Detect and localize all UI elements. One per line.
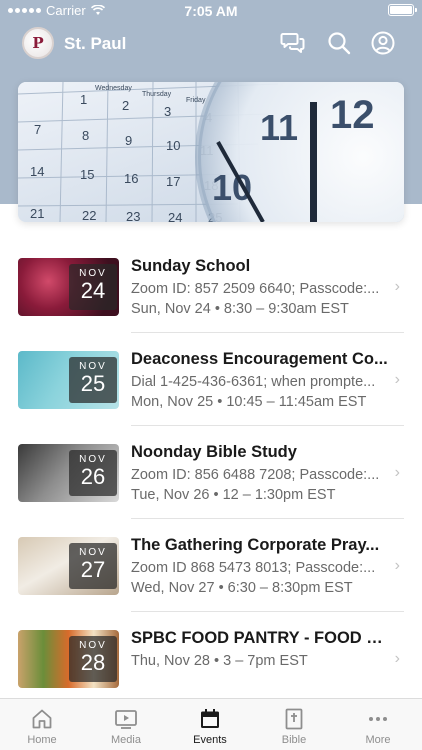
- event-row[interactable]: NOV 26 Noonday Bible Study Zoom ID: 856 648…: [0, 426, 422, 519]
- banner-calendar-number: 16: [124, 171, 138, 186]
- chat-bubbles-icon[interactable]: [280, 30, 306, 56]
- banner-calendar-number: 1: [80, 92, 87, 107]
- calendar-icon: [201, 709, 219, 728]
- search-icon[interactable]: [326, 30, 352, 56]
- event-date-badge: NOV 28: [69, 636, 117, 682]
- event-thumbnail: NOV 25: [18, 351, 119, 409]
- tab-label: Home: [27, 734, 57, 746]
- banner-calendar-number: 9: [125, 133, 132, 148]
- event-date-badge: NOV 25: [69, 357, 117, 403]
- banner-day-label: Thursday: [142, 91, 172, 98]
- event-time: Mon, Nov 25 • 10:45 – 11:45am EST: [131, 394, 367, 410]
- event-detail: Dial 1-425-436-6361; when prompte...: [131, 374, 376, 390]
- banner-calendar-number: 10: [166, 138, 180, 153]
- event-title: Deaconess Encouragement Co...: [131, 350, 388, 368]
- tab-label: Events: [193, 734, 227, 746]
- event-time: Tue, Nov 26 • 12 – 1:30pm EST: [131, 487, 336, 503]
- app-header: P St. Paul: [0, 24, 422, 64]
- tab-label: Bible: [281, 734, 307, 746]
- tab-label: More: [365, 734, 391, 746]
- status-bar: Carrier 7:05 AM: [0, 0, 422, 22]
- event-time: Wed, Nov 27 • 6:30 – 8:30pm EST: [131, 580, 353, 596]
- chevron-right-icon: ›: [394, 464, 400, 481]
- banner-calendar-number: 7: [34, 122, 41, 137]
- banner-calendar-number: 14: [30, 164, 44, 179]
- more-icon: [369, 717, 387, 721]
- home-icon: [32, 709, 52, 729]
- banner-clock-number: 11: [260, 107, 298, 148]
- event-day: 25: [80, 371, 106, 396]
- event-row[interactable]: NOV 25 Deaconess Encouragement Co... Dial 1…: [0, 333, 422, 426]
- media-icon: [115, 710, 137, 729]
- event-day: 24: [80, 278, 106, 303]
- event-row[interactable]: NOV 28 SPBC FOOD PANTRY - FOOD G... Thu, No…: [0, 612, 422, 705]
- bible-icon: [285, 708, 303, 730]
- banner-day-label: Friday: [186, 97, 206, 104]
- tab-bible[interactable]: Bible: [252, 699, 336, 750]
- event-day: 28: [80, 650, 106, 675]
- event-thumbnail: NOV 26: [18, 444, 119, 502]
- church-name: St. Paul: [64, 34, 127, 53]
- status-time: 7:05 AM: [184, 3, 238, 19]
- banner-calendar-number: 8: [82, 128, 89, 143]
- banner-calendar-number: 22: [82, 208, 96, 222]
- event-day: 26: [80, 464, 106, 489]
- tab-label: Media: [111, 734, 141, 746]
- event-title: SPBC FOOD PANTRY - FOOD G...: [131, 629, 389, 647]
- event-title: Sunday School: [131, 257, 251, 275]
- event-detail: Zoom ID: 856 6488 7208; Passcode:...: [131, 467, 380, 483]
- battery-icon: [388, 4, 417, 16]
- banner-calendar-number: 24: [168, 210, 182, 222]
- event-detail: Thu, Nov 28 • 3 – 7pm EST: [131, 653, 308, 669]
- event-row[interactable]: NOV 27 The Gathering Corporate Pray... Zoom…: [0, 519, 422, 612]
- event-day: 27: [80, 557, 106, 582]
- banner-calendar-number: 3: [164, 104, 171, 119]
- tab-more[interactable]: More: [336, 699, 420, 750]
- banner-clock-number: 12: [330, 93, 375, 137]
- event-detail: Zoom ID: 857 2509 6640; Passcode:...: [131, 281, 380, 297]
- event-thumbnail: NOV 27: [18, 537, 119, 595]
- church-logo[interactable]: P: [22, 27, 54, 59]
- event-date-badge: NOV 26: [69, 450, 117, 496]
- event-row[interactable]: NOV 24 Sunday School Zoom ID: 857 2509 6640…: [0, 240, 422, 333]
- event-date-badge: NOV 27: [69, 543, 117, 589]
- chevron-right-icon: ›: [394, 278, 400, 295]
- chevron-right-icon: ›: [394, 650, 400, 667]
- banner-calendar-number: 2: [122, 98, 129, 113]
- banner-day-label: Wednesday: [95, 85, 132, 92]
- event-thumbnail: NOV 28: [18, 630, 119, 688]
- event-time: Sun, Nov 24 • 8:30 – 9:30am EST: [131, 301, 349, 317]
- account-icon[interactable]: [370, 30, 396, 56]
- event-thumbnail: NOV 24: [18, 258, 119, 316]
- event-title: The Gathering Corporate Pray...: [131, 536, 380, 554]
- tab-events[interactable]: Events: [168, 699, 252, 750]
- tab-bar: Home Media Events Bible More: [0, 698, 422, 750]
- banner-calendar-number: 15: [80, 167, 94, 182]
- banner-calendar-number: 17: [166, 174, 180, 189]
- banner-calendar-number: 23: [126, 209, 140, 222]
- tab-home[interactable]: Home: [0, 699, 84, 750]
- banner-clock-number: 10: [212, 167, 252, 208]
- banner-calendar-number: 21: [30, 206, 44, 221]
- event-date-badge: NOV 24: [69, 264, 117, 310]
- chevron-right-icon: ›: [394, 371, 400, 388]
- events-list: NOV 24 Sunday School Zoom ID: 857 2509 6640…: [0, 240, 422, 705]
- tab-media[interactable]: Media: [84, 699, 168, 750]
- event-detail: Zoom ID 868 5473 8013; Passcode:...: [131, 560, 376, 576]
- chevron-right-icon: ›: [394, 557, 400, 574]
- event-title: Noonday Bible Study: [131, 443, 297, 461]
- events-banner-image: Wednesday Thursday Friday 1 2 3 4 7 8 9 …: [18, 82, 404, 222]
